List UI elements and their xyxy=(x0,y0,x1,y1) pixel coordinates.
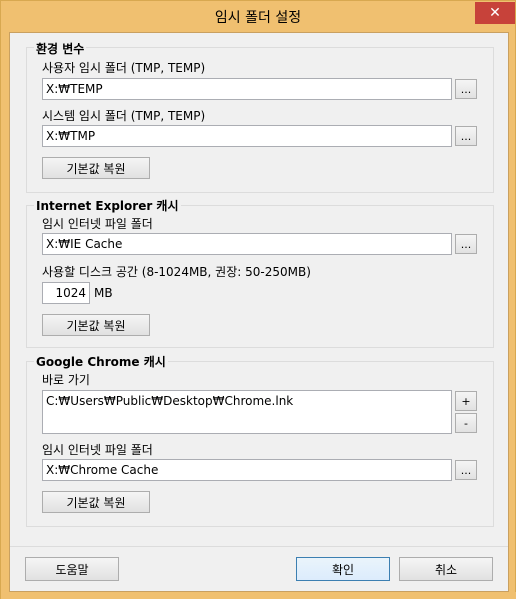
ie-disk-unit: MB xyxy=(94,286,113,300)
title-bar: 임시 폴더 설정 ✕ xyxy=(1,1,515,32)
user-temp-field[interactable]: X:₩TEMP xyxy=(42,78,452,100)
chrome-folder-label: 임시 인터넷 파일 폴더 xyxy=(42,443,153,457)
ok-button[interactable]: 확인 xyxy=(296,557,390,581)
ie-disk-size-field[interactable]: 1024 xyxy=(42,282,90,304)
chrome-folder-browse-button[interactable]: ... xyxy=(455,460,477,480)
help-button[interactable]: 도움말 xyxy=(25,557,119,581)
ie-disk-label: 사용할 디스크 공간 (8-1024MB, 권장: 50-250MB) xyxy=(42,265,311,279)
cancel-button[interactable]: 취소 xyxy=(399,557,493,581)
ie-folder-browse-button[interactable]: ... xyxy=(455,234,477,254)
chrome-group-title: Google Chrome 캐시 xyxy=(34,353,168,370)
chrome-shortcut-label: 바로 가기 xyxy=(42,373,90,387)
system-temp-field[interactable]: X:₩TMP xyxy=(42,125,452,147)
system-temp-browse-button[interactable]: ... xyxy=(455,126,477,146)
chrome-shortcut-list[interactable]: C:₩Users₩Public₩Desktop₩Chrome.lnk xyxy=(42,390,452,434)
ie-reset-button[interactable]: 기본값 복원 xyxy=(42,314,150,336)
close-icon[interactable]: ✕ xyxy=(475,2,515,24)
user-temp-label: 사용자 임시 폴더 (TMP, TEMP) xyxy=(42,61,206,75)
ie-folder-label: 임시 인터넷 파일 폴더 xyxy=(42,217,153,231)
env-reset-button[interactable]: 기본값 복원 xyxy=(42,157,150,179)
user-temp-browse-button[interactable]: ... xyxy=(455,79,477,99)
window-title: 임시 폴더 설정 xyxy=(214,10,302,26)
dialog-client-area: 환경 변수 사용자 임시 폴더 (TMP, TEMP) X:₩TEMP ... … xyxy=(9,32,509,592)
chrome-reset-button[interactable]: 기본값 복원 xyxy=(42,491,150,513)
chrome-shortcut-add-button[interactable]: + xyxy=(455,391,477,411)
system-temp-label: 시스템 임시 폴더 (TMP, TEMP) xyxy=(42,109,206,123)
chrome-folder-field[interactable]: X:₩Chrome Cache xyxy=(42,459,452,481)
chrome-shortcut-remove-button[interactable]: - xyxy=(455,413,477,433)
dialog-window: 임시 폴더 설정 ✕ 환경 변수 사용자 임시 폴더 (TMP, TEMP) X… xyxy=(0,0,516,599)
window-bottom-edge xyxy=(1,592,516,599)
footer-divider xyxy=(10,546,508,547)
ie-folder-field[interactable]: X:₩IE Cache xyxy=(42,233,452,255)
env-group-title: 환경 변수 xyxy=(34,40,87,57)
ie-group-title: Internet Explorer 캐시 xyxy=(34,197,181,214)
